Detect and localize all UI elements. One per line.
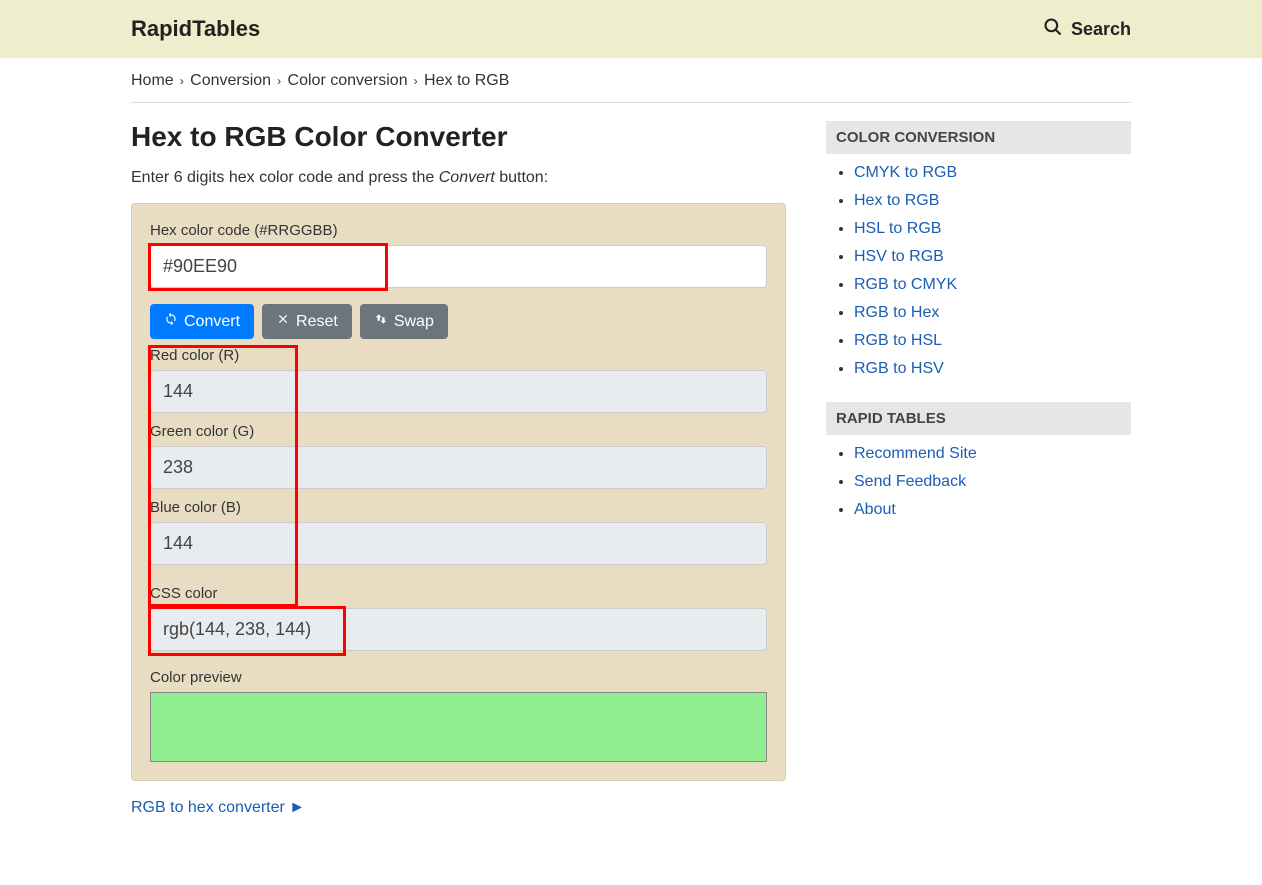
sidebar-link[interactable]: Send Feedback xyxy=(854,473,966,490)
breadcrumb-home[interactable]: Home xyxy=(131,72,174,89)
breadcrumb-conversion[interactable]: Conversion xyxy=(190,72,271,89)
page-title: Hex to RGB Color Converter xyxy=(131,121,786,153)
sidebar-link[interactable]: Recommend Site xyxy=(854,445,977,462)
intro-text: Enter 6 digits hex color code and press … xyxy=(131,169,786,187)
breadcrumb-color-conversion[interactable]: Color conversion xyxy=(288,72,408,89)
search-icon xyxy=(1043,17,1063,42)
swap-button[interactable]: Swap xyxy=(360,304,448,339)
sidebar-rt-list: Recommend Site Send Feedback About xyxy=(826,445,1131,519)
sidebar-link[interactable]: RGB to HSV xyxy=(854,360,944,377)
blue-output xyxy=(150,522,767,565)
breadcrumb: Home› Conversion› Color conversion› Hex … xyxy=(131,72,1131,103)
close-icon xyxy=(276,312,290,331)
sidebar-link[interactable]: HSV to RGB xyxy=(854,248,944,265)
green-output xyxy=(150,446,767,489)
sidebar-link[interactable]: About xyxy=(854,501,896,518)
sidebar-link[interactable]: RGB to HSL xyxy=(854,332,942,349)
sidebar-heading-rapidtables: RAPID TABLES xyxy=(826,402,1131,435)
sidebar-color-list: CMYK to RGB Hex to RGB HSL to RGB HSV to… xyxy=(826,164,1131,378)
red-label: Red color (R) xyxy=(150,347,767,364)
blue-label: Blue color (B) xyxy=(150,499,767,516)
sidebar-link[interactable]: RGB to CMYK xyxy=(854,276,957,293)
sidebar-link[interactable]: Hex to RGB xyxy=(854,192,939,209)
css-label: CSS color xyxy=(150,585,767,602)
preview-label: Color preview xyxy=(150,669,767,686)
red-output xyxy=(150,370,767,413)
site-logo[interactable]: RapidTables xyxy=(131,16,260,42)
search-label: Search xyxy=(1071,19,1131,40)
swap-icon xyxy=(374,312,388,331)
rgb-to-hex-link[interactable]: RGB to hex converter ► xyxy=(131,799,305,816)
converter-panel: Hex color code (#RRGGBB) Convert xyxy=(131,203,786,781)
hex-label: Hex color code (#RRGGBB) xyxy=(150,222,767,239)
breadcrumb-current: Hex to RGB xyxy=(424,72,509,89)
hex-input[interactable] xyxy=(150,245,767,288)
convert-button[interactable]: Convert xyxy=(150,304,254,339)
css-output xyxy=(150,608,767,651)
sidebar-link[interactable]: RGB to Hex xyxy=(854,304,939,321)
sidebar-link[interactable]: CMYK to RGB xyxy=(854,164,957,181)
reset-button[interactable]: Reset xyxy=(262,304,352,339)
green-label: Green color (G) xyxy=(150,423,767,440)
refresh-icon xyxy=(164,312,178,331)
sidebar-link[interactable]: HSL to RGB xyxy=(854,220,941,237)
sidebar-heading-color: COLOR CONVERSION xyxy=(826,121,1131,154)
color-preview xyxy=(150,692,767,762)
search-link[interactable]: Search xyxy=(1043,17,1131,42)
